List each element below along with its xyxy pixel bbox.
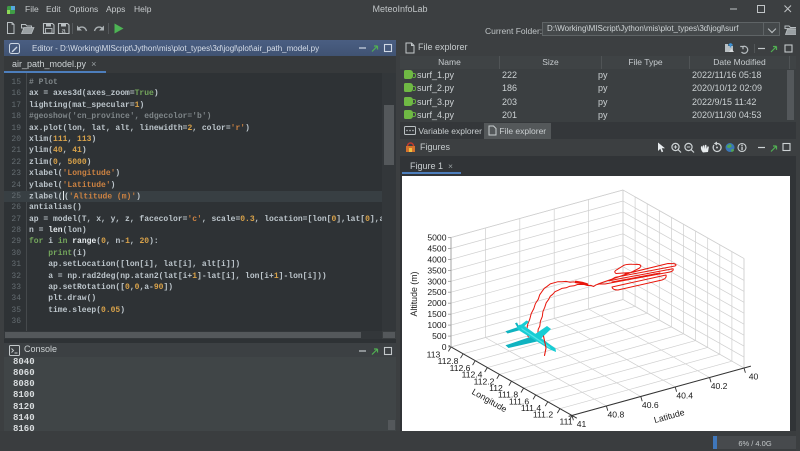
svg-text:3000: 3000	[427, 276, 446, 286]
svg-text:40.4: 40.4	[676, 391, 693, 401]
svg-text:40.8: 40.8	[608, 410, 625, 420]
svg-text:2500: 2500	[427, 287, 446, 297]
svg-text:40.2: 40.2	[711, 381, 728, 391]
svg-text:40.6: 40.6	[642, 400, 659, 410]
svg-text:5000: 5000	[427, 233, 446, 243]
svg-text:4000: 4000	[427, 254, 446, 264]
svg-text:Altitude (m): Altitude (m)	[409, 271, 419, 316]
svg-text:500: 500	[432, 331, 447, 341]
svg-text:1000: 1000	[427, 320, 446, 330]
svg-text:40: 40	[749, 372, 759, 382]
svg-text:111.2: 111.2	[533, 410, 553, 420]
svg-text:41: 41	[577, 419, 587, 429]
svg-text:111: 111	[559, 417, 572, 427]
svg-text:0: 0	[442, 342, 447, 352]
svg-text:2000: 2000	[427, 298, 446, 308]
svg-text:1500: 1500	[427, 309, 446, 319]
svg-text:3500: 3500	[427, 265, 446, 275]
svg-text:4500: 4500	[427, 244, 446, 254]
